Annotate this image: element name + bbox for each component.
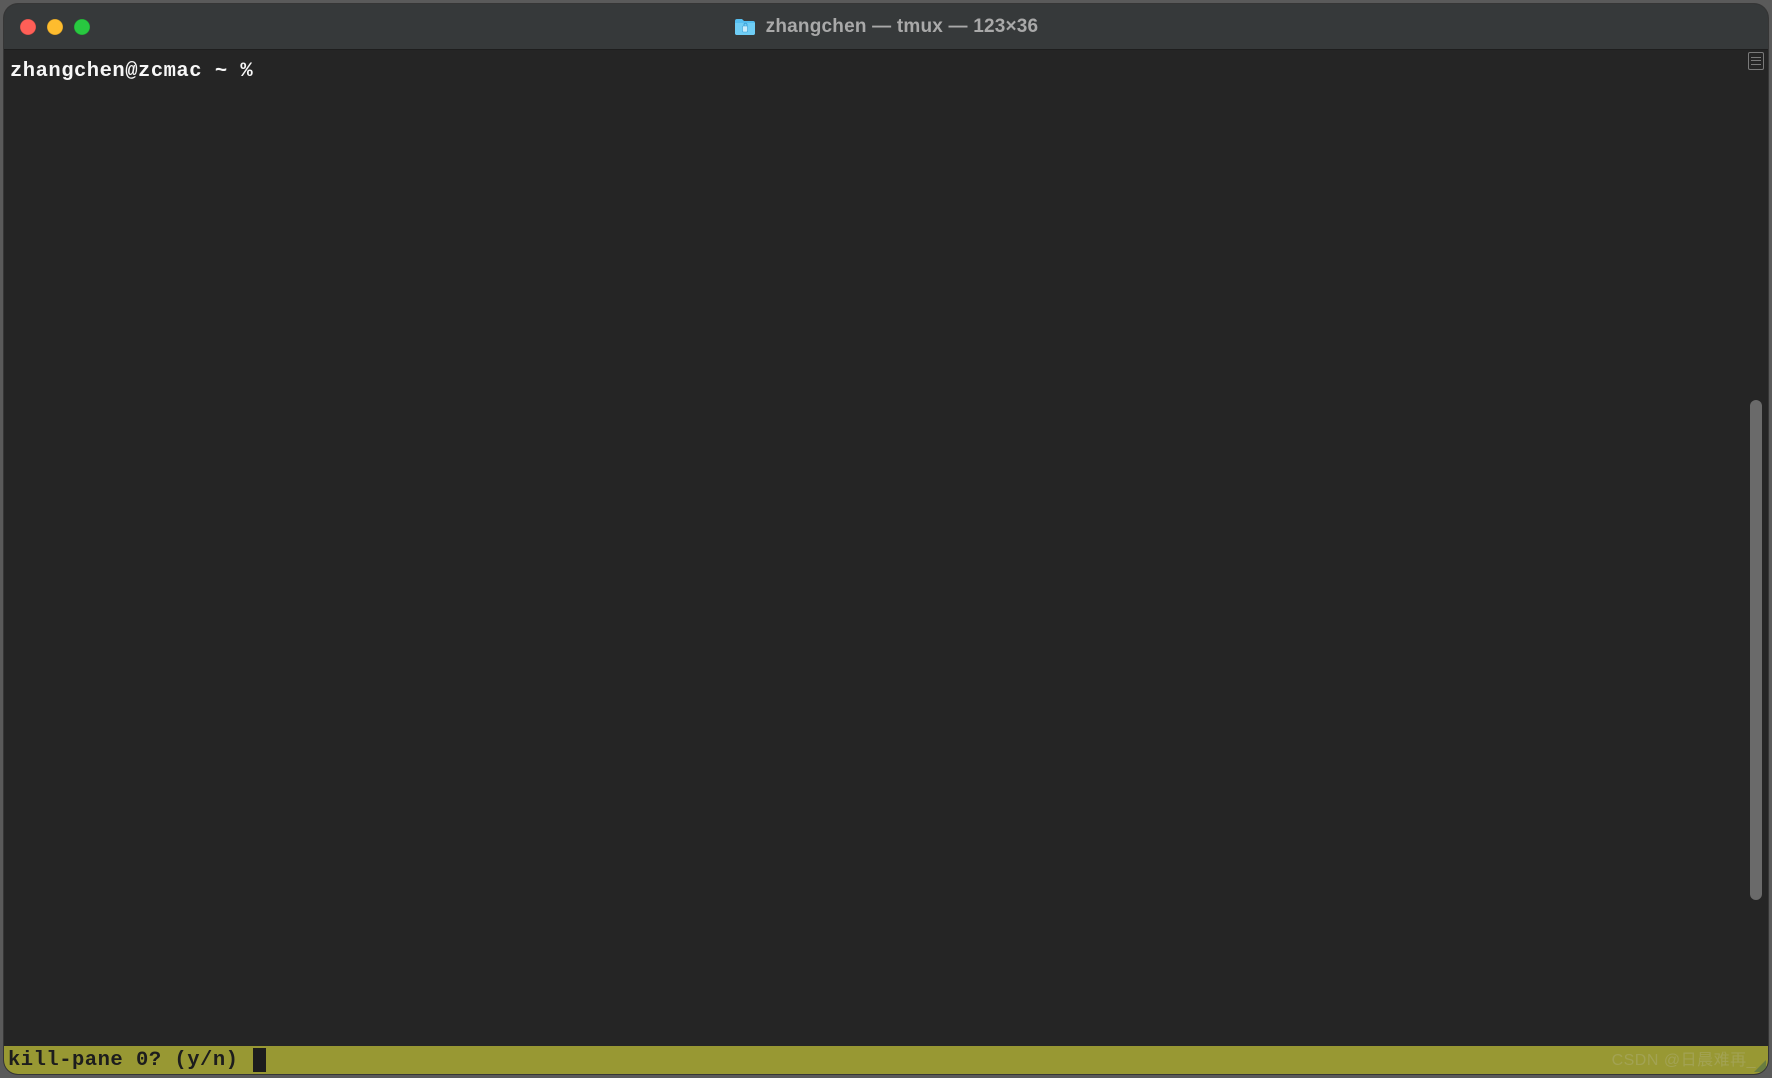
terminal-content[interactable]: zhangchen@zcmac ~ % xyxy=(4,50,1768,1046)
folder-icon xyxy=(734,18,756,36)
resize-corner-icon[interactable] xyxy=(1752,1058,1766,1072)
scrollbar-top-indicator-icon[interactable] xyxy=(1748,52,1764,70)
terminal-window: zhangchen — tmux — 123×36 zhangchen@zcma… xyxy=(4,4,1768,1074)
terminal-body[interactable]: zhangchen@zcmac ~ % kill-pane 0? (y/n) xyxy=(4,50,1768,1074)
window-title: zhangchen — tmux — 123×36 xyxy=(766,16,1039,38)
scrollbar-thumb[interactable] xyxy=(1750,400,1762,900)
shell-prompt: zhangchen@zcmac ~ % xyxy=(10,60,266,83)
cursor xyxy=(253,1048,266,1072)
window-controls xyxy=(20,19,90,35)
titlebar[interactable]: zhangchen — tmux — 123×36 xyxy=(4,4,1768,50)
tmux-prompt: kill-pane 0? (y/n) xyxy=(8,1049,251,1072)
tmux-status-bar[interactable]: kill-pane 0? (y/n) xyxy=(4,1046,1768,1074)
close-button[interactable] xyxy=(20,19,36,35)
maximize-button[interactable] xyxy=(74,19,90,35)
title-center: zhangchen — tmux — 123×36 xyxy=(4,4,1768,50)
minimize-button[interactable] xyxy=(47,19,63,35)
scrollbar[interactable] xyxy=(1747,52,1765,1046)
